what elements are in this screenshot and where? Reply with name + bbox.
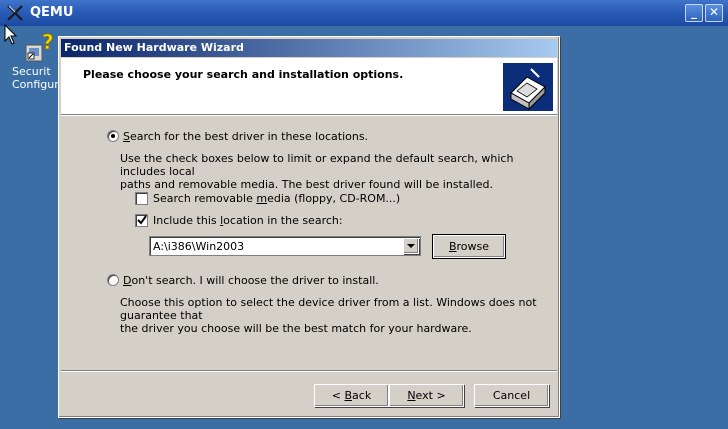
desktop-icon-label[interactable]: Securit Configura [12, 65, 60, 91]
svg-text:?: ? [42, 31, 54, 54]
wizard-header: Please choose your search and installati… [61, 58, 557, 115]
include-location-label[interactable]: Include this location in the search: [153, 214, 343, 227]
close-icon: ✕ [708, 5, 720, 19]
search-removable-media-label[interactable]: Search removable media (floppy, CD-ROM..… [153, 192, 400, 205]
qemu-title: QEMU [30, 5, 74, 20]
next-button[interactable]: Next > [389, 384, 464, 407]
mouse-cursor-icon [4, 24, 18, 45]
hardware-wizard-dialog: Found New Hardware Wizard Please choose … [58, 36, 560, 418]
dont-search-label[interactable]: Don't search. I will choose the driver t… [123, 274, 379, 287]
dont-search-description: Choose this option to select the device … [120, 296, 537, 335]
close-button[interactable]: ✕ [705, 4, 723, 22]
qemu-titlebar: QEMU _ ✕ [0, 0, 728, 26]
chevron-down-icon [407, 244, 415, 248]
minimize-icon: _ [691, 5, 697, 19]
dont-search-radio[interactable] [107, 274, 119, 286]
qemu-x-icon [7, 5, 23, 21]
include-location-checkbox[interactable] [135, 214, 148, 227]
wizard-header-title: Please choose your search and installati… [83, 68, 404, 81]
search-removable-media-checkbox[interactable] [135, 192, 148, 205]
location-combobox[interactable]: A:\i386\Win2003 [149, 236, 421, 256]
cancel-button[interactable]: Cancel [474, 384, 549, 407]
search-best-driver-radio[interactable] [107, 130, 119, 142]
search-best-driver-label[interactable]: Search for the best driver in these loca… [123, 130, 368, 143]
hardware-wizard-icon [503, 63, 553, 111]
search-description: Use the check boxes below to limit or ex… [120, 152, 514, 191]
location-value[interactable]: A:\i386\Win2003 [153, 240, 244, 253]
back-button[interactable]: < Back [314, 384, 389, 407]
security-configuration-icon[interactable]: ? [24, 31, 58, 63]
combo-dropdown-button[interactable] [403, 238, 419, 254]
browse-button[interactable]: Browse [432, 234, 506, 259]
radio-selected-dot [111, 134, 115, 138]
checkmark-icon [137, 215, 147, 225]
dialog-titlebar: Found New Hardware Wizard [61, 39, 557, 57]
minimize-button[interactable]: _ [685, 4, 703, 22]
